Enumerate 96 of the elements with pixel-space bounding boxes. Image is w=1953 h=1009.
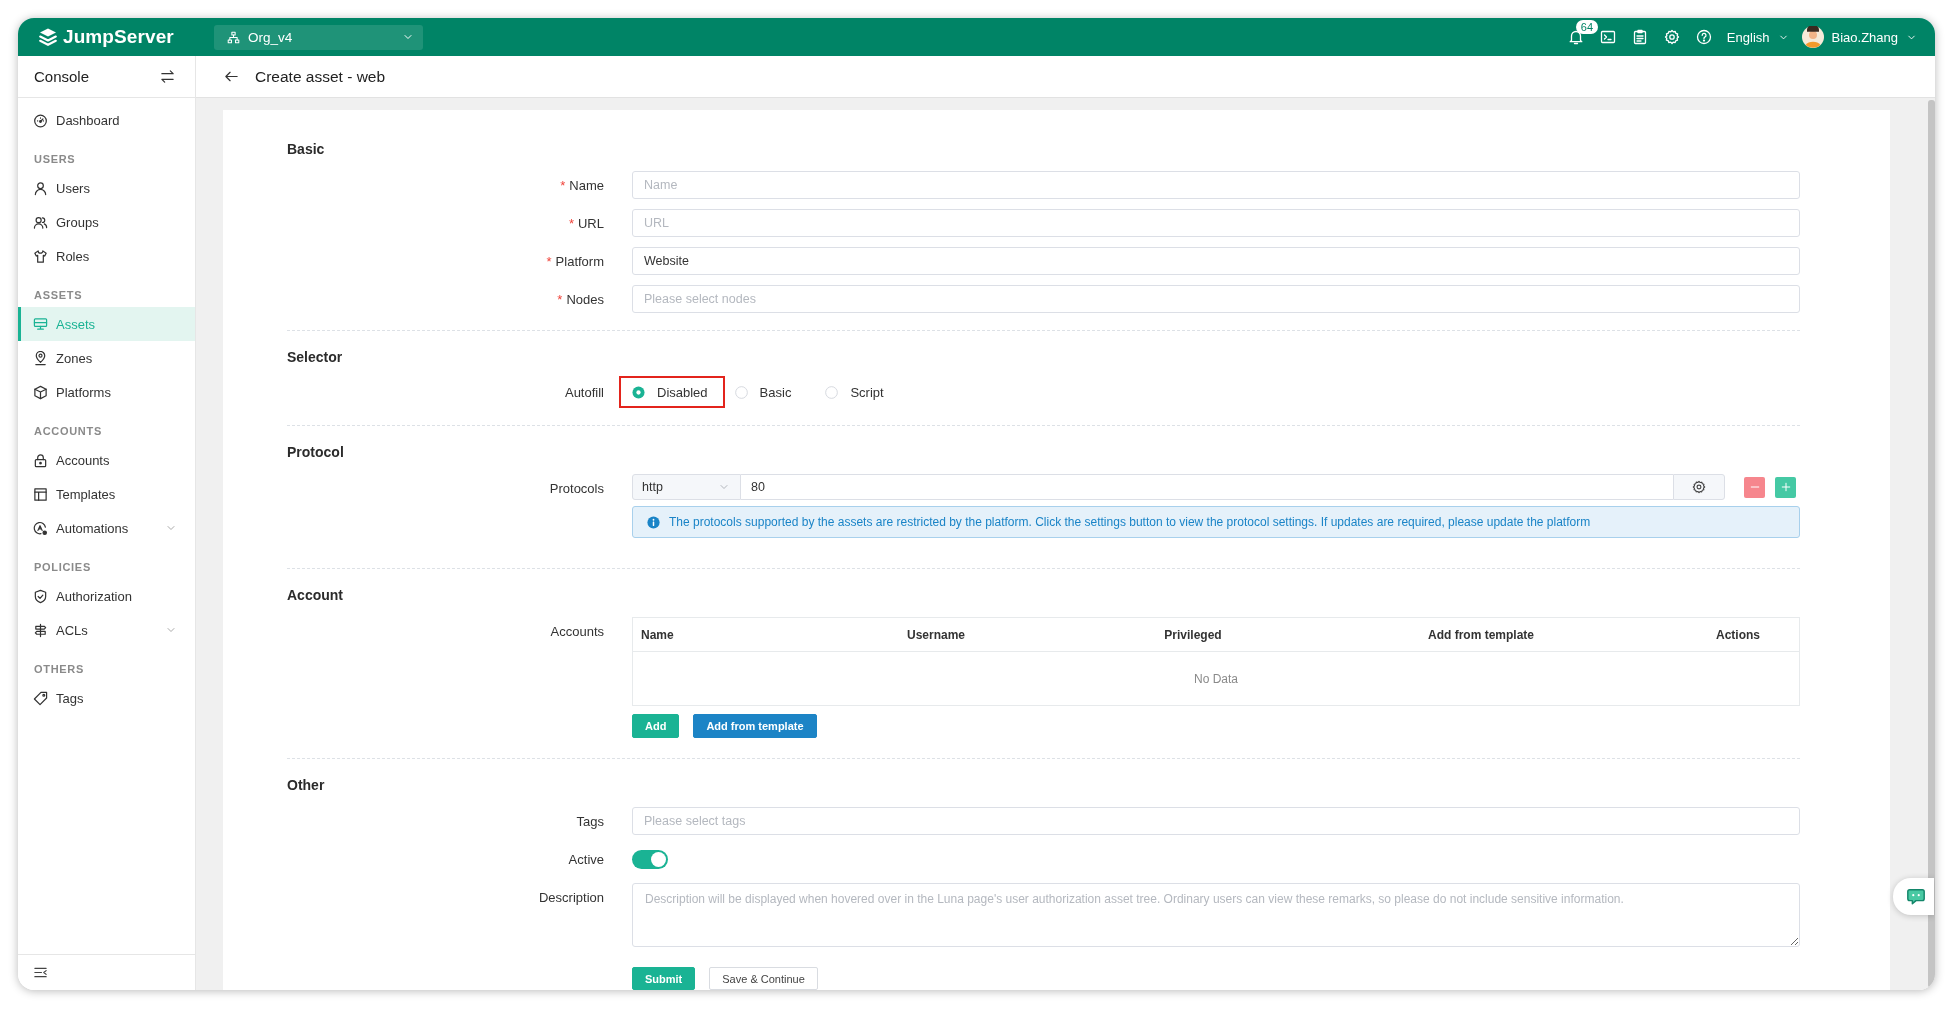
field-label: Platform: [555, 253, 604, 269]
column-header: Name: [641, 627, 674, 642]
protocol-select[interactable]: http: [632, 474, 741, 500]
help-icon[interactable]: [1695, 29, 1712, 45]
toggle-switch[interactable]: [632, 849, 668, 869]
input-field[interactable]: Please select tags: [632, 807, 1800, 835]
menu-collapse-icon[interactable]: [33, 965, 48, 980]
action-button[interactable]: Add from template: [693, 714, 817, 738]
textarea-field[interactable]: Description will be displayed when hovered over in the Luna page's user authorization asset tree. Ordinary users can view these remarks, so please do not include sensitive information.: [632, 883, 1800, 947]
section-title: Selector: [287, 349, 343, 365]
language-selector[interactable]: English: [1726, 29, 1789, 45]
nav-section-heading: ACCOUNTS: [34, 425, 102, 437]
radio-option[interactable]: Script: [815, 384, 898, 400]
input-field[interactable]: Name: [632, 171, 1800, 199]
field-label: Protocols: [549, 480, 604, 496]
org-selector[interactable]: Org_v4: [214, 24, 423, 50]
user-icon: [33, 180, 48, 196]
section-title: Account: [287, 587, 343, 603]
section-title: Other: [287, 777, 325, 793]
settings-icon: [1692, 480, 1706, 494]
nav-section-heading: ASSETS: [34, 289, 83, 301]
remove-protocol-button[interactable]: [1744, 476, 1765, 498]
avatar-icon: [1801, 26, 1824, 48]
shield-check-icon: [33, 588, 48, 604]
nav-item[interactable]: Automations: [18, 511, 195, 545]
section-title: Basic: [287, 141, 325, 157]
layout-icon: [33, 486, 48, 502]
column-header: Add from template: [1428, 627, 1534, 642]
location-pin-icon: [33, 350, 48, 366]
tag-icon: [33, 690, 48, 706]
nav-item[interactable]: Roles: [18, 239, 195, 273]
required-mark: *: [546, 253, 552, 269]
field-label: Autofill: [564, 384, 604, 400]
cube-icon: [33, 384, 48, 400]
clipboard-icon[interactable]: [1631, 29, 1648, 45]
circle-letter-icon: [33, 520, 48, 536]
input-field[interactable]: URL: [632, 209, 1800, 237]
column-header: Username: [907, 627, 965, 642]
signpost-icon: [33, 622, 48, 638]
nav-item[interactable]: Authorization: [18, 579, 195, 613]
action-button[interactable]: Save & Continue: [709, 967, 818, 990]
nav-item[interactable]: Users: [18, 171, 195, 205]
nav-item[interactable]: Platforms: [18, 375, 195, 409]
empty-state-text: No Data: [1194, 671, 1238, 686]
nav-item[interactable]: Groups: [18, 205, 195, 239]
column-header: Actions: [1716, 627, 1760, 642]
radio-option[interactable]: Disabled: [621, 384, 723, 400]
logo-text: JumpServer: [63, 26, 174, 48]
chat-bubble-icon: [1905, 886, 1926, 907]
field-label: Name: [569, 177, 604, 193]
notification-badge: 64: [1575, 20, 1599, 34]
nav-item[interactable]: Zones: [18, 341, 195, 375]
monitor-icon: [33, 316, 48, 332]
sitemap-icon: [227, 30, 240, 44]
field-label: Accounts: [550, 623, 604, 639]
users-icon: [33, 214, 48, 230]
field-label: Active: [568, 851, 604, 867]
bell-icon[interactable]: [1567, 29, 1584, 45]
notice-text: The protocols supported by the assets are restricted by the platform. Click the settings button to view the protocol settings. If updates are required, please update the platform: [669, 515, 1591, 529]
required-mark: *: [568, 215, 574, 231]
terminal-icon[interactable]: [1599, 29, 1616, 45]
required-mark: *: [557, 291, 563, 307]
gauge-icon: [33, 112, 48, 128]
swap-icon[interactable]: [160, 69, 175, 84]
field-label: Description: [538, 889, 604, 905]
radio-option[interactable]: Basic: [724, 384, 806, 400]
input-field[interactable]: Please select nodes: [632, 285, 1800, 313]
settings-icon[interactable]: [1663, 29, 1680, 45]
lock-icon: [33, 452, 48, 468]
plus-icon: [1780, 482, 1791, 492]
port-field[interactable]: 80: [741, 474, 1673, 500]
nav-item[interactable]: Templates: [18, 477, 195, 511]
nav-item[interactable]: Tags: [18, 681, 195, 715]
input-field[interactable]: Website: [632, 247, 1800, 275]
scrollbar-thumb[interactable]: [1928, 100, 1935, 988]
nav-item[interactable]: ACLs: [18, 613, 195, 647]
field-label: Nodes: [566, 291, 604, 307]
column-header: Privileged: [1164, 627, 1222, 642]
page-title: Create asset - web: [255, 67, 386, 86]
sidebar-title: Console: [34, 68, 90, 85]
chat-button[interactable]: [1893, 878, 1934, 915]
required-mark: *: [560, 177, 566, 193]
nav-section-heading: USERS: [34, 153, 76, 165]
logo-icon: [38, 27, 58, 47]
field-label: URL: [578, 215, 604, 231]
info-icon: [647, 515, 660, 529]
shirt-icon: [33, 248, 48, 264]
nav-item[interactable]: Accounts: [18, 443, 195, 477]
nav-section-heading: OTHERS: [34, 663, 85, 675]
nav-section-heading: POLICIES: [34, 561, 91, 573]
section-title: Protocol: [287, 444, 344, 460]
back-arrow-icon[interactable]: [224, 69, 239, 84]
protocol-settings-button[interactable]: [1673, 474, 1725, 500]
nav-item[interactable]: Dashboard: [18, 103, 195, 137]
field-label: Tags: [576, 813, 604, 829]
user-menu[interactable]: Biao.Zhang: [1801, 26, 1917, 48]
